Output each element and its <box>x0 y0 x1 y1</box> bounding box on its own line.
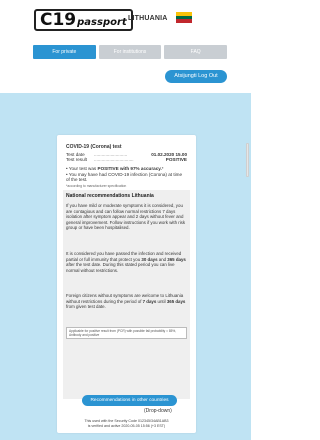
paragraph-2-days-2: 365 days <box>167 256 186 262</box>
recommendation-paragraph-2: It is considered you have passed the inf… <box>66 251 187 273</box>
test-result-label: Test result <box>66 157 87 163</box>
bullet-accuracy-suffix: * <box>161 166 164 171</box>
dot-leader: ............................... <box>94 157 134 163</box>
lithuania-flag-icon <box>176 12 192 23</box>
c19-passport-logo[interactable]: C19 passport <box>34 9 133 31</box>
paragraph-3-days-2: 365 days <box>166 298 186 304</box>
bullet-accuracy: • Your test was POSITIVE with 97% accura… <box>66 166 187 171</box>
recommendation-paragraph-3: Foreign citizens without symptoms are we… <box>66 293 187 310</box>
verified-line: is verified and active 2020-05-05 15:56 … <box>87 423 166 428</box>
scrollbar[interactable] <box>246 143 249 177</box>
tab-for-private[interactable]: For private <box>33 45 96 59</box>
logo-c19-text: C19 <box>40 10 77 30</box>
paragraph-3-until: until <box>156 298 167 304</box>
footnote: *according to manufacturer specification <box>66 184 127 188</box>
bullet-accuracy-bold: POSITIVE with 97% accuracy. <box>97 166 162 171</box>
bullet-accuracy-prefix: • Your test was <box>66 166 98 171</box>
recommendations-title: National recommendations Lithuania <box>66 193 154 199</box>
recommendations-other-countries-button[interactable]: Recommendations in other countries <box>82 395 177 406</box>
recommendations-box: National recommendations Lithuania If yo… <box>63 190 190 399</box>
paragraph-2-days: 30 days <box>141 256 158 262</box>
country-dropdown[interactable]: (Drop-down) <box>144 408 172 414</box>
test-result-row: Test result ............................… <box>66 157 187 162</box>
security-footer: This used with the Security Code 012345/… <box>65 419 188 428</box>
paragraph-3-end: from given test date. <box>66 304 106 310</box>
main-area: COVID-19 (Corona) test Test date .......… <box>0 93 251 440</box>
app-header: C19 passport LITHUANIA <box>0 0 251 38</box>
paragraph-2-end: after the test date. During this stated … <box>66 262 175 273</box>
tab-for-institutions[interactable]: For institutions <box>98 45 162 59</box>
paragraph-2-and: and <box>157 256 168 262</box>
country-label: LITHUANIA <box>128 15 168 22</box>
flag-stripe-red <box>176 19 192 23</box>
note-box: Applicable for positive result from (PCR… <box>66 327 187 339</box>
tab-faq[interactable]: FAQ <box>164 45 228 59</box>
logout-button[interactable]: Atsijungti Log Out <box>165 70 227 83</box>
recommendation-paragraph-1: If you have mild or moderate symptoms it… <box>66 203 186 231</box>
paragraph-3-days: 7 days <box>142 298 157 304</box>
bullet-infection: • You may have had COVID-19 infection (C… <box>66 172 183 183</box>
test-info: Test date .......................... 01.… <box>66 152 187 163</box>
test-result-value: POSITIVE <box>165 157 187 163</box>
logo-passport-text: passport <box>77 17 127 28</box>
test-title: COVID-19 (Corona) test <box>66 144 122 150</box>
main-tabs: For private For institutions FAQ <box>33 45 228 59</box>
result-card: COVID-19 (Corona) test Test date .......… <box>57 135 196 433</box>
